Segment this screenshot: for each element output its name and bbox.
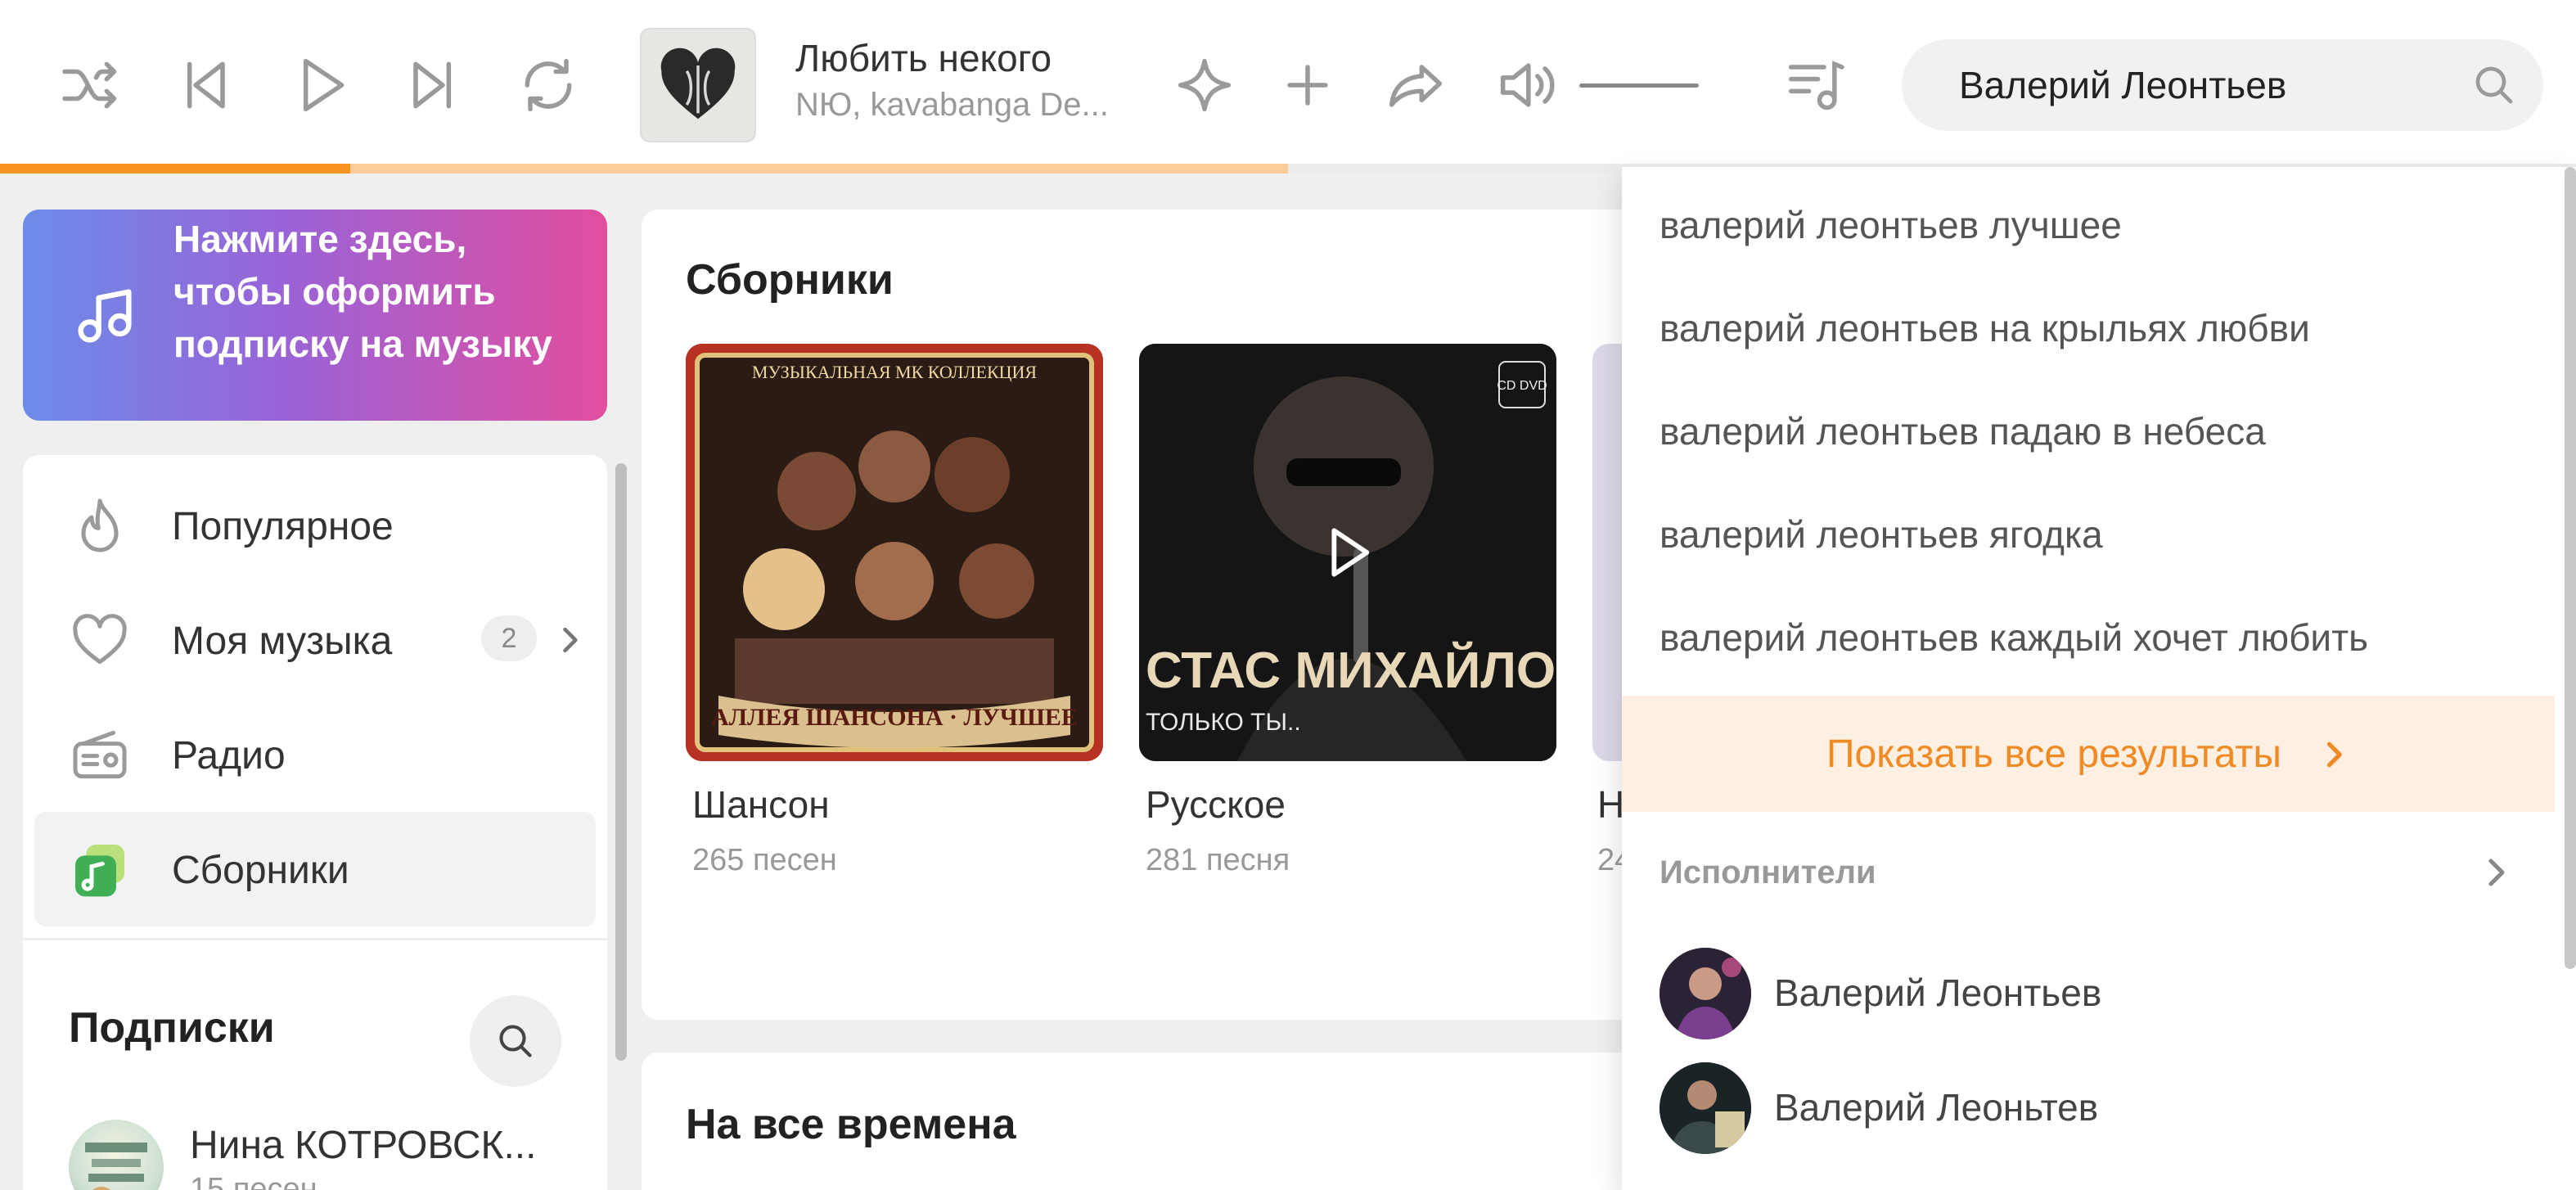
sidebar-item-label: Сборники: [172, 849, 349, 892]
artist-name[interactable]: Валерий Леонтьев: [1774, 971, 2101, 1015]
play-button[interactable]: [278, 43, 363, 128]
chevron-right-icon[interactable]: [552, 622, 588, 658]
subscription-name[interactable]: Нина КОТРОВСК...: [190, 1123, 566, 1168]
next-icon: [413, 61, 452, 109]
subscription-promo[interactable]: Нажмите здесь, чтобы оформить подписку н…: [23, 210, 607, 421]
cover-badge-text: CD DVD: [1497, 379, 1547, 393]
share-icon: [1389, 65, 1443, 107]
artists-section-label: Исполнители: [1660, 854, 1876, 890]
track-artist[interactable]: NЮ, kavabanga De...: [795, 87, 1139, 124]
star-icon: [1178, 58, 1232, 112]
cover-header-text: МУЗЫКАЛЬНАЯ МК КОЛЛЕКЦИЯ: [752, 362, 1038, 382]
section-title: Сборники: [686, 256, 894, 304]
cover-banner-text: АЛЛЕЯ ШАНСОНА · ЛУЧШЕЕ: [711, 704, 1078, 731]
sidebar-item-label: Популярное: [172, 505, 394, 548]
dropdown-scrollbar[interactable]: [2565, 167, 2576, 969]
avatar[interactable]: [1660, 1062, 1751, 1154]
progress-played: [0, 164, 351, 174]
share-button[interactable]: [1373, 43, 1458, 128]
avatar[interactable]: [1660, 948, 1751, 1039]
volume-icon: [1500, 63, 1555, 107]
album-cover-chanson: МУЗЫКАЛЬНАЯ МК КОЛЛЕКЦИЯ АЛЛЕЯ ШАНСОНА ·…: [686, 344, 1103, 761]
volume-slider[interactable]: [1579, 83, 1699, 88]
volume-button[interactable]: [1484, 43, 1569, 128]
shuffle-icon: [62, 61, 117, 109]
show-all-label: Показать все результаты: [1826, 732, 2281, 776]
sidebar-item-radio[interactable]: Радио: [34, 697, 596, 812]
sidebar-item-label: Радио: [172, 734, 286, 778]
suggestion-item[interactable]: валерий леонтьев на крыльях любви: [1660, 306, 2310, 350]
subscription-count: 15 песен: [190, 1172, 317, 1190]
section-title: На все времена: [686, 1101, 1016, 1148]
suggestion-item[interactable]: валерий леонтьев падаю в небеса: [1660, 409, 2266, 453]
track-title[interactable]: Любить некого: [795, 36, 1052, 80]
search-input[interactable]: [1959, 56, 2483, 115]
cover-sub-text: ТОЛЬКО ТЫ..: [1146, 709, 1301, 736]
album-title[interactable]: Н: [1597, 782, 1624, 827]
suggestion-item[interactable]: валерий леонтьев лучшее: [1660, 203, 2122, 247]
search-submit[interactable]: [2468, 59, 2520, 111]
radio-icon: [73, 730, 127, 779]
count-badge: 2: [481, 615, 537, 661]
search-box[interactable]: [1902, 39, 2543, 131]
suggestion-item[interactable]: валерий леонтьев ягодка: [1660, 512, 2103, 557]
avatar[interactable]: [69, 1120, 164, 1190]
search-icon: [499, 1025, 532, 1057]
shuffle-button[interactable]: [49, 43, 134, 128]
sidebar-item-popular[interactable]: Популярное: [34, 468, 596, 583]
prev-button[interactable]: [162, 43, 247, 128]
play-icon: [303, 58, 345, 112]
chevron-right-icon[interactable]: [2476, 850, 2515, 895]
cover-name-text: СТАС МИХАЙЛОВ: [1146, 642, 1556, 699]
artist-name[interactable]: Валерий Леоньтев: [1774, 1085, 2098, 1129]
search-suggestions-dropdown: валерий леонтьев лучшее валерий леонтьев…: [1622, 167, 2576, 1190]
album-card-russian[interactable]: CD DVD СТАС МИХАЙЛОВ ТОЛЬКО ТЫ..: [1139, 344, 1556, 761]
queue-icon: [1788, 61, 1844, 110]
repeat-button[interactable]: [506, 43, 591, 128]
music-note-icon: [78, 289, 132, 343]
heart-cover-art: [660, 47, 736, 119]
subscriptions-title: Подписки: [69, 1004, 275, 1052]
heart-icon: [73, 614, 127, 665]
sidebar-item-my-music[interactable]: Моя музыка 2: [34, 583, 596, 697]
collections-icon: [75, 845, 124, 897]
sidebar-item-collections[interactable]: Сборники: [34, 812, 596, 926]
divider: [23, 938, 607, 940]
prev-icon: [187, 61, 225, 109]
queue-button[interactable]: [1772, 43, 1858, 128]
add-button[interactable]: [1265, 43, 1350, 128]
show-all-results-button[interactable]: Показать все результаты: [1622, 696, 2555, 812]
repeat-icon: [525, 58, 572, 112]
album-title[interactable]: Шансон: [692, 782, 830, 827]
album-count: 265 песен: [692, 843, 837, 877]
artist-photo: [1660, 1062, 1751, 1154]
player-bar: Любить некого NЮ, kavabanga De...: [0, 0, 2576, 164]
sidebar-scrollbar[interactable]: [615, 463, 627, 1061]
suggestion-item[interactable]: валерий леонтьев каждый хочет любить: [1660, 615, 2368, 660]
next-button[interactable]: [391, 43, 476, 128]
play-icon[interactable]: [1315, 520, 1380, 585]
album-count: 281 песня: [1146, 843, 1290, 877]
avatar-art: [85, 1143, 147, 1190]
sidebar-item-label: Моя музыка: [172, 620, 393, 663]
album-title[interactable]: Русское: [1146, 782, 1286, 827]
sidebar-nav: Популярное Моя музыка 2 Радио Сборники П…: [23, 455, 607, 1190]
subscriptions-search-button[interactable]: [470, 995, 561, 1087]
flame-icon: [81, 498, 119, 552]
artist-photo: [1660, 948, 1751, 1039]
favorite-button[interactable]: [1162, 43, 1247, 128]
track-cover[interactable]: [640, 28, 756, 142]
chevron-right-icon: [2326, 741, 2342, 768]
plus-icon: [1287, 65, 1328, 106]
promo-text: Нажмите здесь, чтобы оформить подписку н…: [173, 218, 552, 365]
album-card-chanson[interactable]: МУЗЫКАЛЬНАЯ МК КОЛЛЕКЦИЯ АЛЛЕЯ ШАНСОНА ·…: [686, 344, 1103, 761]
search-icon: [2475, 66, 2513, 104]
